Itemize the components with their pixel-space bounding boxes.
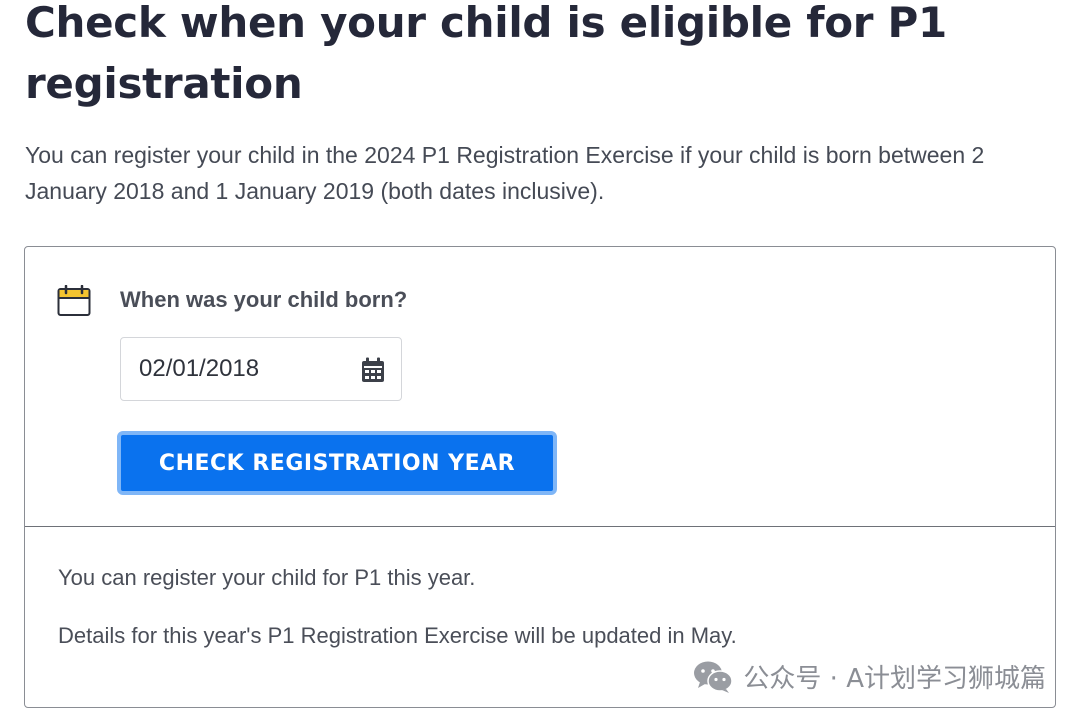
result-eligible-text: You can register your child for P1 this … bbox=[58, 565, 476, 590]
check-registration-year-button[interactable]: CHECK REGISTRATION YEAR bbox=[117, 431, 557, 495]
intro-text: You can register your child in the 2024 … bbox=[25, 142, 985, 204]
result-details-text: Details for this year's P1 Registration … bbox=[58, 623, 737, 648]
eligibility-card: When was your child born? 02/01/2018 CHE… bbox=[24, 246, 1056, 708]
birth-date-question: When was your child born? bbox=[120, 287, 408, 312]
date-picker-icon[interactable] bbox=[361, 357, 385, 383]
birth-date-value: 02/01/2018 bbox=[139, 355, 260, 382]
form-section: When was your child born? 02/01/2018 CHE… bbox=[25, 247, 1055, 527]
watermark: 公众号 · A计划学习狮城篇 bbox=[693, 658, 1046, 695]
calendar-icon bbox=[57, 285, 91, 316]
page: Check when your child is eligible for P1… bbox=[0, 0, 1080, 719]
page-title: Check when your child is eligible for P1… bbox=[25, 0, 947, 108]
birth-date-input[interactable]: 02/01/2018 bbox=[120, 337, 402, 401]
wechat-icon bbox=[694, 661, 734, 693]
watermark-text: 公众号 · A计划学习狮城篇 bbox=[743, 664, 1046, 694]
